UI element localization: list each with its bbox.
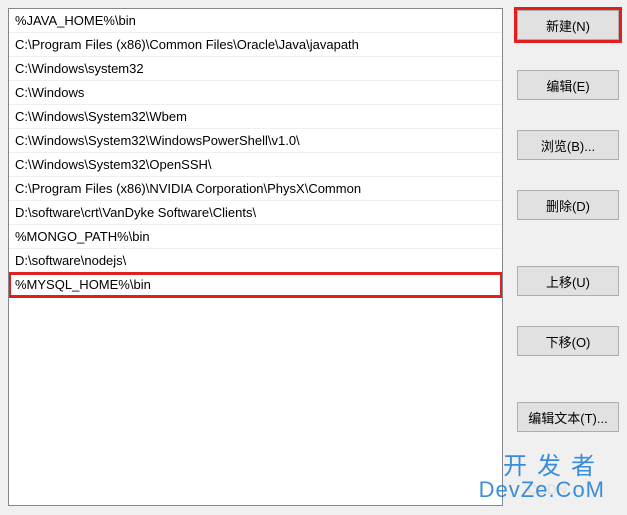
edit-text-button[interactable]: 编辑文本(T)... — [517, 402, 619, 432]
list-item[interactable]: C:\Windows — [9, 81, 502, 105]
env-var-editor: %JAVA_HOME%\binC:\Program Files (x86)\Co… — [0, 0, 627, 515]
list-item[interactable]: %JAVA_HOME%\bin — [9, 9, 502, 33]
browse-button[interactable]: 浏览(B)... — [517, 130, 619, 160]
list-item[interactable]: C:\Program Files (x86)\NVIDIA Corporatio… — [9, 177, 502, 201]
list-item[interactable]: C:\Windows\System32\Wbem — [9, 105, 502, 129]
list-item[interactable]: C:\Windows\System32\WindowsPowerShell\v1… — [9, 129, 502, 153]
button-column: 新建(N) 编辑(E) 浏览(B)... 删除(D) 上移(U) 下移(O) 编… — [517, 8, 619, 507]
list-item[interactable]: %MONGO_PATH%\bin — [9, 225, 502, 249]
list-item[interactable]: C:\Windows\System32\OpenSSH\ — [9, 153, 502, 177]
list-item[interactable]: %MYSQL_HOME%\bin — [9, 273, 502, 297]
delete-button[interactable]: 删除(D) — [517, 190, 619, 220]
list-item[interactable]: C:\Windows\system32 — [9, 57, 502, 81]
move-down-button[interactable]: 下移(O) — [517, 326, 619, 356]
move-up-button[interactable]: 上移(U) — [517, 266, 619, 296]
edit-button[interactable]: 编辑(E) — [517, 70, 619, 100]
list-item[interactable]: C:\Program Files (x86)\Common Files\Orac… — [9, 33, 502, 57]
new-button[interactable]: 新建(N) — [517, 10, 619, 40]
path-listbox[interactable]: %JAVA_HOME%\binC:\Program Files (x86)\Co… — [8, 8, 503, 506]
list-item[interactable]: D:\software\nodejs\ — [9, 249, 502, 273]
list-item[interactable]: D:\software\crt\VanDyke Software\Clients… — [9, 201, 502, 225]
